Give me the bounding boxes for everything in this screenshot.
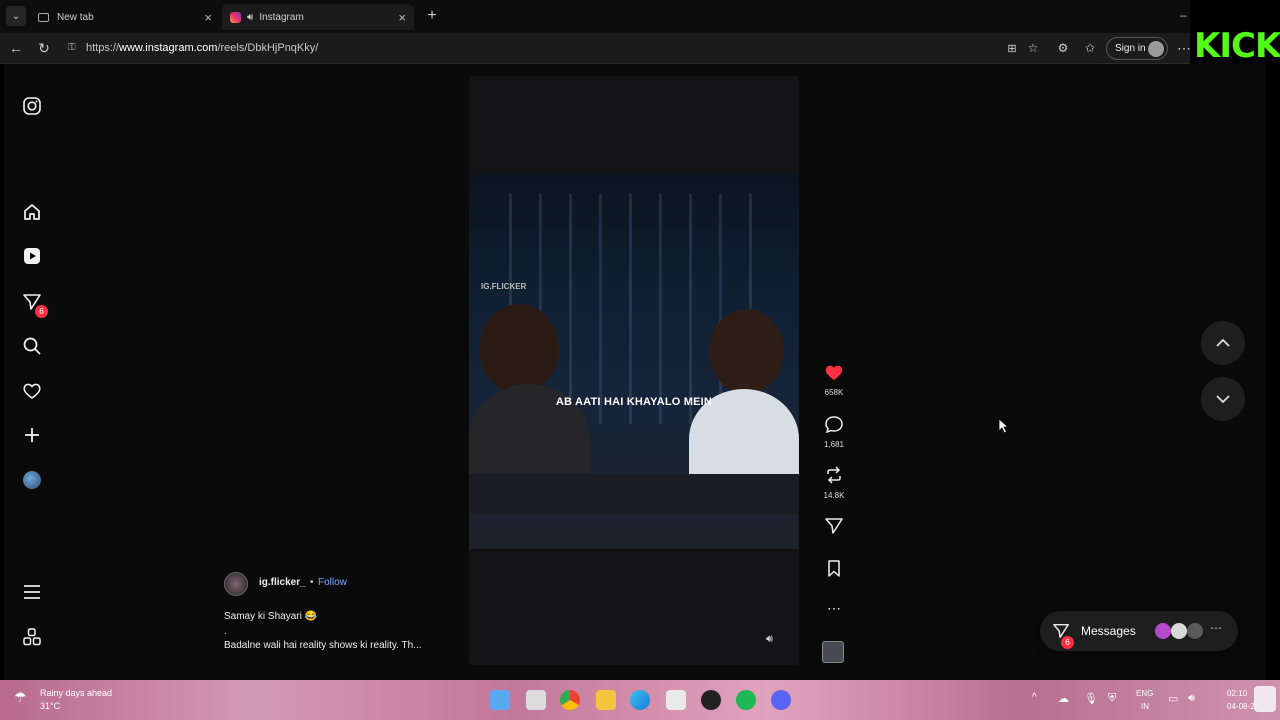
language-label[interactable]: ENG bbox=[1136, 689, 1153, 698]
notification-avatar-icon[interactable] bbox=[1254, 686, 1276, 712]
repost-button[interactable]: 14.8K bbox=[822, 466, 846, 500]
contact-avatar bbox=[1155, 623, 1171, 639]
app-icon[interactable] bbox=[701, 690, 721, 710]
sign-in-label: Sign in bbox=[1115, 43, 1146, 54]
back-arrow-icon[interactable]: ← bbox=[8, 40, 24, 56]
windows-start-icon[interactable] bbox=[490, 690, 510, 710]
temperature: 31°C bbox=[40, 701, 61, 711]
contact-avatar bbox=[1187, 623, 1203, 639]
volume-tray-icon[interactable]: 🔊︎ bbox=[1188, 692, 1195, 705]
video-frame: IG.FLICKER bbox=[469, 174, 799, 549]
apps-grid-icon[interactable] bbox=[20, 625, 44, 649]
chevron-down-icon bbox=[1216, 395, 1230, 404]
volume-icon[interactable]: 🔊︎ bbox=[766, 633, 782, 649]
page-icon bbox=[38, 12, 49, 22]
heart-notifications-icon[interactable] bbox=[20, 379, 44, 403]
hamburger-menu-icon[interactable] bbox=[20, 580, 44, 604]
app-install-icon[interactable]: ⊞ bbox=[1004, 40, 1020, 56]
sign-in-button[interactable]: Sign in bbox=[1106, 37, 1168, 60]
messages-button[interactable]: 6 Messages ⋯ bbox=[1040, 611, 1238, 651]
kick-logo-text: KICK bbox=[1194, 26, 1280, 66]
author-username[interactable]: ig.flicker_ bbox=[259, 577, 306, 588]
more-icon: ⋯ bbox=[1210, 621, 1222, 635]
separator-dot: • bbox=[310, 577, 314, 588]
microphone-icon[interactable]: 🎙︎ bbox=[1084, 692, 1098, 705]
repost-icon bbox=[827, 466, 841, 484]
like-button[interactable]: 658K bbox=[822, 363, 846, 397]
send-icon: 6 bbox=[1052, 622, 1074, 649]
spotify-icon[interactable] bbox=[736, 690, 756, 710]
create-plus-icon[interactable] bbox=[20, 423, 44, 447]
cloud-icon[interactable]: ☁ bbox=[1058, 692, 1069, 705]
caption-overlay: AB AATI HAI KHAYALO MEIN bbox=[555, 396, 713, 408]
caption-line[interactable]: Badalne wali hai reality shows ki realit… bbox=[224, 640, 422, 651]
speaker-icon[interactable]: 🔊︎ bbox=[247, 12, 253, 23]
comment-button[interactable]: 1,681 bbox=[822, 415, 846, 449]
instagram-logo-icon[interactable] bbox=[20, 94, 44, 118]
close-icon[interactable]: × bbox=[398, 10, 406, 25]
region-label[interactable]: IN bbox=[1141, 702, 1149, 711]
tab-instagram[interactable]: 🔊︎ Instagram × bbox=[222, 4, 414, 30]
site-info-icon[interactable]: ⚿ bbox=[68, 42, 76, 53]
bookmark-icon bbox=[828, 560, 840, 577]
security-icon[interactable]: ⛨ bbox=[1108, 692, 1116, 705]
audio-thumbnail[interactable] bbox=[822, 641, 844, 663]
chevron-up-icon bbox=[1216, 338, 1230, 347]
weather-text[interactable]: Rainy days ahead bbox=[40, 688, 112, 698]
comments-count: 1,681 bbox=[823, 440, 845, 449]
clock-date[interactable]: 04-08-2 bbox=[1227, 702, 1255, 711]
network-icon[interactable]: ▭ bbox=[1168, 692, 1178, 705]
contact-avatar bbox=[1171, 623, 1187, 639]
messages-badge: 6 bbox=[1061, 636, 1074, 649]
author-avatar[interactable] bbox=[224, 572, 248, 596]
send-icon bbox=[825, 518, 843, 534]
tab-new-tab[interactable]: New tab × bbox=[30, 4, 220, 30]
url-field[interactable]: ⚿ https://www.instagram.com/reels/DbkHjP… bbox=[62, 38, 1102, 58]
heart-filled-icon bbox=[825, 365, 843, 380]
caption-line: . bbox=[224, 626, 227, 637]
notification-badge: 6 bbox=[35, 305, 48, 318]
caption-line: Samay ki Shayari 😂 bbox=[224, 611, 318, 622]
new-tab-plus-icon[interactable]: + bbox=[424, 7, 440, 25]
next-reel-button[interactable] bbox=[1201, 377, 1245, 421]
reels-icon[interactable] bbox=[20, 244, 44, 268]
show-hidden-icons-chevron-icon[interactable]: ^ bbox=[1032, 692, 1037, 703]
messages-nav-icon[interactable]: 6 bbox=[20, 290, 48, 318]
edge-icon[interactable] bbox=[630, 690, 650, 710]
watermark: IG.FLICKER bbox=[481, 282, 527, 291]
instagram-favicon-icon bbox=[230, 11, 241, 23]
save-button[interactable] bbox=[822, 559, 846, 582]
share-button[interactable] bbox=[822, 517, 846, 540]
favorites-icon[interactable]: ✩ bbox=[1082, 40, 1098, 56]
discord-icon[interactable] bbox=[771, 690, 791, 710]
table bbox=[469, 474, 799, 514]
close-icon[interactable]: × bbox=[204, 10, 212, 25]
profile-avatar-icon bbox=[1148, 41, 1164, 57]
reposts-count: 14.8K bbox=[823, 491, 845, 500]
follow-button[interactable]: Follow bbox=[318, 577, 347, 588]
star-icon[interactable]: ☆ bbox=[1025, 40, 1041, 56]
chrome-icon[interactable] bbox=[560, 690, 580, 710]
home-icon[interactable] bbox=[20, 200, 44, 224]
refresh-icon[interactable]: ↻ bbox=[36, 40, 52, 56]
search-icon[interactable] bbox=[20, 334, 44, 358]
likes-count: 658K bbox=[824, 388, 844, 397]
messages-label: Messages bbox=[1081, 624, 1136, 638]
comment-icon bbox=[825, 416, 843, 434]
file-explorer-icon[interactable] bbox=[596, 690, 616, 710]
mouse-cursor-icon bbox=[998, 418, 1010, 439]
tab-actions-chevron-icon[interactable]: ⌄ bbox=[6, 6, 26, 26]
task-view-icon[interactable] bbox=[526, 690, 546, 710]
reel-video[interactable]: IG.FLICKER AB AATI HAI KHAYALO MEIN 🔊︎ bbox=[469, 76, 799, 665]
weather-rain-icon[interactable]: ☂ bbox=[14, 689, 34, 709]
store-icon[interactable] bbox=[666, 690, 686, 710]
extensions-icon[interactable]: ⚙ bbox=[1055, 40, 1071, 56]
profile-avatar-icon[interactable] bbox=[20, 468, 44, 492]
url-text: https://www.instagram.com/reels/DbkHjPnq… bbox=[86, 42, 319, 54]
previous-reel-button[interactable] bbox=[1201, 321, 1245, 365]
more-options-icon[interactable]: ⋯ bbox=[822, 600, 846, 617]
tab-label: Instagram bbox=[259, 11, 304, 23]
tab-label: New tab bbox=[57, 11, 94, 23]
clock-time[interactable]: 02:10 bbox=[1227, 689, 1247, 698]
